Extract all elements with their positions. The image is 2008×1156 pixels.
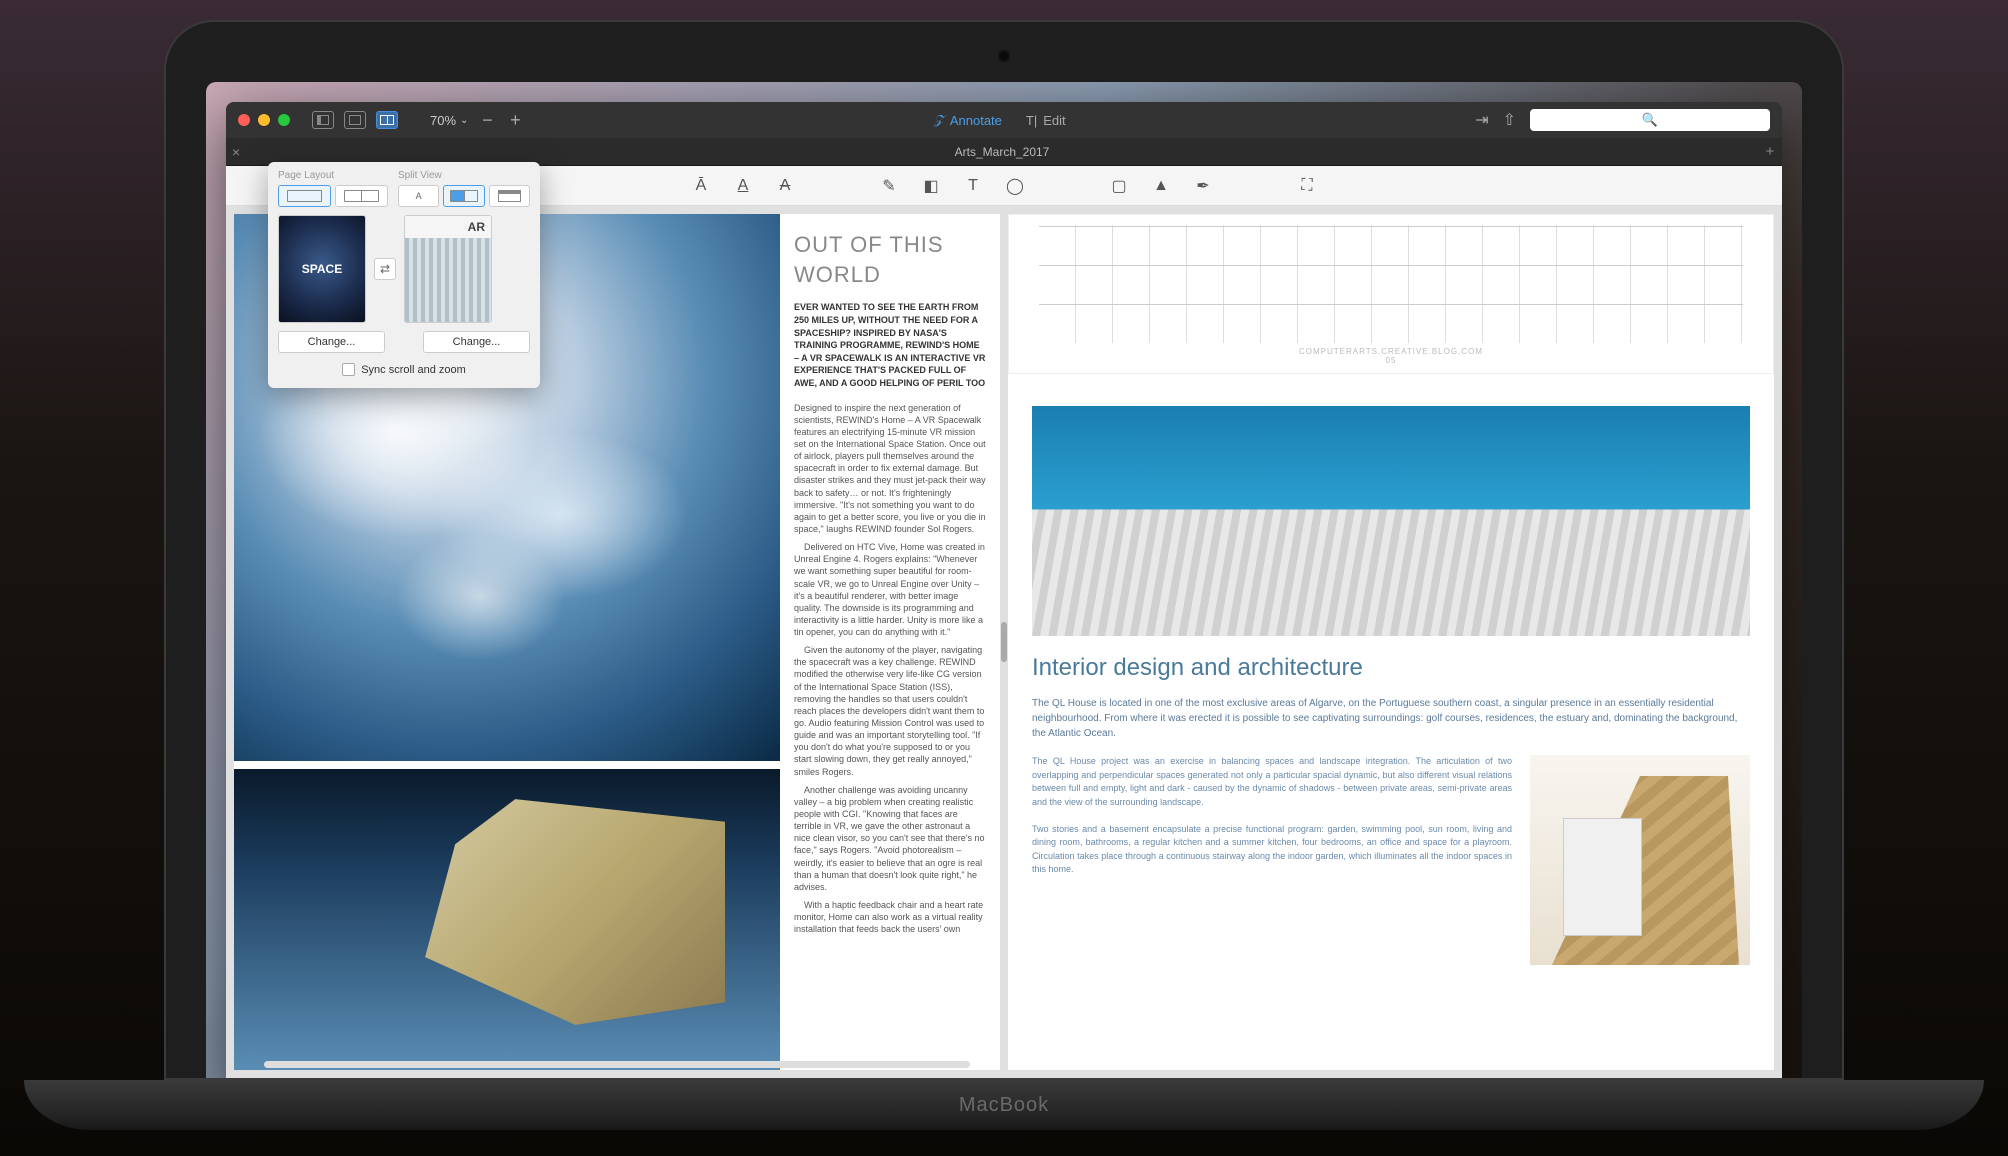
split-mode-stack[interactable] — [489, 185, 530, 207]
app-window: 70% ⌄ − + 𝒵 Annotate T| Edit ⇥ — [226, 102, 1782, 1078]
zoom-value: 70% — [430, 113, 456, 128]
split-divider[interactable] — [1001, 622, 1007, 662]
right-document: COMPUTERARTS.CREATIVE.BLOG.COM 05 Interi… — [1008, 214, 1774, 1070]
right-pane[interactable]: COMPUTERARTS.CREATIVE.BLOG.COM 05 Interi… — [1008, 214, 1774, 1070]
page-layout-label: Page Layout — [278, 170, 388, 181]
macbook-frame: 70% ⌄ − + 𝒵 Annotate T| Edit ⇥ — [164, 20, 1844, 1080]
change-left-button[interactable]: Change... — [278, 331, 385, 353]
view-options-popover: Page Layout Split View A — [268, 162, 540, 388]
zoom-out-button[interactable]: − — [478, 110, 496, 131]
titlebar-center: 𝒵 Annotate T| Edit — [534, 112, 1465, 128]
edit-tab[interactable]: T| Edit — [1026, 113, 1066, 128]
search-input[interactable]: 🔍 — [1530, 109, 1770, 131]
search-icon: 🔍 — [1642, 112, 1658, 128]
section-elevation — [1039, 225, 1743, 343]
annotate-tab[interactable]: 𝒵 Annotate — [934, 112, 1002, 128]
import-icon[interactable]: ⇥ — [1475, 110, 1488, 130]
para: Another challenge was avoiding uncanny v… — [794, 784, 986, 893]
fullscreen-window-button[interactable] — [278, 114, 290, 126]
text-highlight-icon[interactable]: Ā — [691, 177, 711, 195]
sync-label: Sync scroll and zoom — [361, 364, 466, 376]
titlebar-right: ⇥ ⇧ 🔍 — [1475, 109, 1770, 131]
left-doc-thumbnail[interactable]: SPACE — [278, 215, 366, 323]
swap-docs-button[interactable]: ⇄ — [374, 258, 396, 280]
selection-icon[interactable]: ⛶ — [1297, 177, 1317, 195]
doc-heading: Interior design and architecture — [1032, 654, 1750, 682]
pen-tool-icon[interactable]: ✎ — [879, 176, 899, 196]
zoom-level-dropdown[interactable]: 70% ⌄ — [430, 113, 468, 128]
doc-intro: The QL House is located in one of the mo… — [1032, 696, 1750, 741]
right-doc-thumbnail[interactable]: AR — [404, 215, 492, 323]
sidebar-toggle-icon[interactable] — [312, 111, 334, 129]
doc-page: Interior design and architecture The QL … — [1008, 386, 1774, 1062]
article-lead: EVER WANTED TO SEE THE EARTH FROM 250 MI… — [794, 301, 986, 389]
stamp-icon[interactable]: ▲ — [1151, 177, 1171, 195]
para: Given the autonomy of the player, naviga… — [794, 644, 986, 778]
macbook-base: MacBook — [24, 1080, 1984, 1130]
page-footer: COMPUTERARTS.CREATIVE.BLOG.COM 05 — [1009, 347, 1773, 365]
tab-add-button[interactable]: + — [1758, 143, 1782, 160]
tab-title: Arts_March_2017 — [246, 145, 1758, 159]
traffic-lights — [238, 114, 290, 126]
split-view-icon[interactable] — [376, 111, 398, 129]
change-right-button[interactable]: Change... — [423, 331, 530, 353]
magazine-text: OUT OF THIS WORLD EVER WANTED TO SEE THE… — [780, 214, 1000, 1070]
layout-double-option[interactable] — [335, 185, 388, 207]
shape-icon[interactable]: ◯ — [1005, 176, 1025, 196]
edit-label: Edit — [1043, 113, 1065, 128]
para: Designed to inspire the next generation … — [794, 402, 986, 536]
sync-row: Sync scroll and zoom — [278, 363, 530, 376]
satellite-image — [234, 769, 780, 1070]
zoom-in-button[interactable]: + — [506, 110, 524, 131]
article-title: OUT OF THIS WORLD — [794, 230, 986, 289]
titlebar: 70% ⌄ − + 𝒵 Annotate T| Edit ⇥ — [226, 102, 1782, 138]
text-cursor-icon: T| — [1026, 113, 1037, 128]
desktop-wallpaper: 70% ⌄ − + 𝒵 Annotate T| Edit ⇥ — [206, 82, 1802, 1078]
macbook-label: MacBook — [959, 1094, 1049, 1117]
doc-col-left: The QL House project was an exercise in … — [1032, 755, 1512, 965]
strikethrough-icon[interactable]: A — [775, 177, 795, 195]
page-layout-icon[interactable] — [344, 111, 366, 129]
split-mode-side[interactable] — [443, 185, 484, 207]
minimize-window-button[interactable] — [258, 114, 270, 126]
share-icon[interactable]: ⇧ — [1503, 110, 1516, 130]
h-scrollbar[interactable] — [264, 1061, 970, 1068]
split-mode-a[interactable]: A — [398, 185, 439, 207]
para: Delivered on HTC Vive, Home was created … — [794, 541, 986, 638]
chevron-down-icon: ⌄ — [460, 115, 468, 126]
architecture-section-drawing: COMPUTERARTS.CREATIVE.BLOG.COM 05 — [1008, 214, 1774, 374]
article-body: Designed to inspire the next generation … — [794, 402, 986, 936]
thumbnail-row: SPACE ⇄ AR — [278, 215, 530, 323]
tab-close-button[interactable]: × — [226, 144, 246, 160]
pencil-icon: 𝒵 — [934, 112, 944, 128]
staircase-image — [1530, 755, 1750, 965]
para: With a haptic feedback chair and a heart… — [794, 899, 986, 935]
signature-icon[interactable]: ✒ — [1193, 176, 1213, 196]
architecture-hero-image — [1032, 406, 1750, 636]
sync-checkbox[interactable] — [342, 363, 355, 376]
eraser-icon[interactable]: ◧ — [921, 176, 941, 196]
close-window-button[interactable] — [238, 114, 250, 126]
underline-icon[interactable]: A — [733, 177, 753, 195]
annotate-label: Annotate — [950, 113, 1002, 128]
note-icon[interactable]: ▢ — [1109, 176, 1129, 196]
camera-dot — [998, 50, 1010, 62]
layout-single-option[interactable] — [278, 185, 331, 207]
doc-columns: The QL House project was an exercise in … — [1032, 755, 1750, 965]
split-view-label: Split View — [398, 170, 530, 181]
text-box-icon[interactable]: T — [963, 177, 983, 195]
